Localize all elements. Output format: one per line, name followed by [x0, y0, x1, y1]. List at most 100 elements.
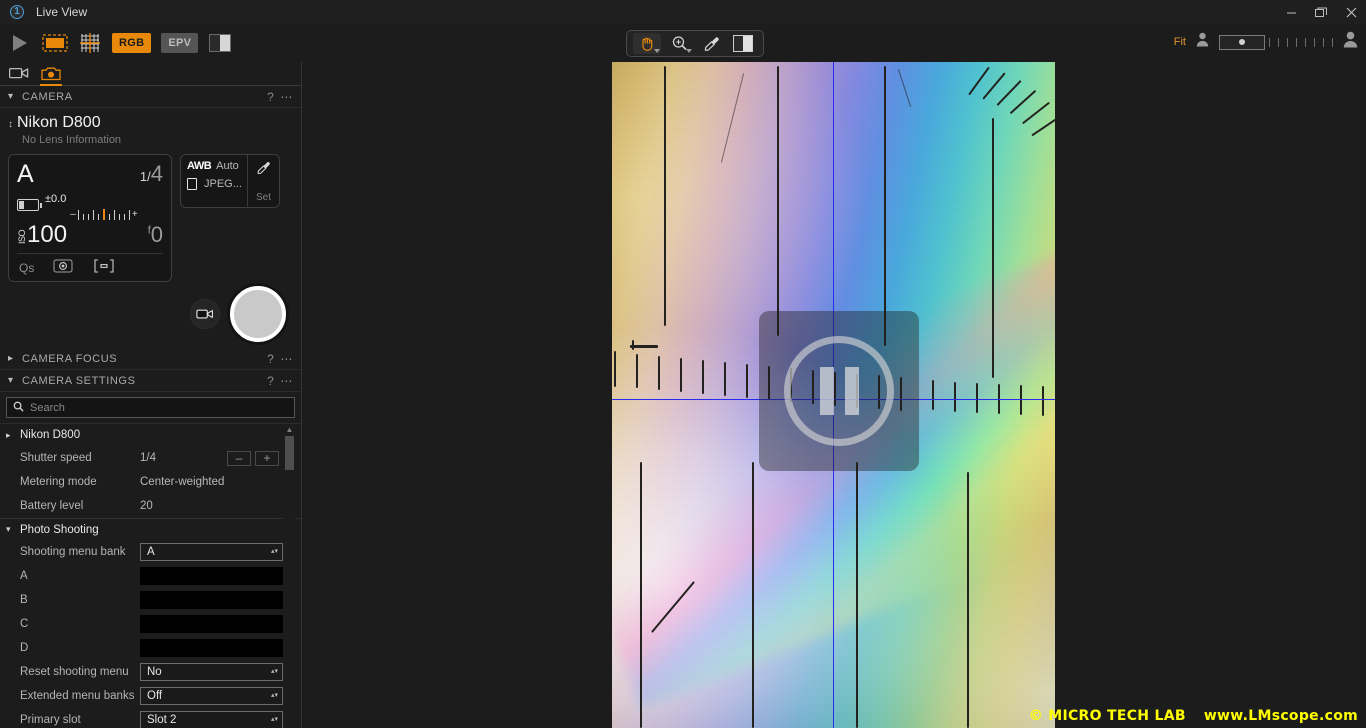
quick-settings-label[interactable]: Qs: [19, 261, 34, 275]
extended-menu-banks-combo[interactable]: Off ▴▾: [140, 687, 283, 705]
camera-more-icon[interactable]: ⋯: [280, 90, 293, 104]
section-camera-settings-header[interactable]: ▾ CAMERA SETTINGS ? ⋯: [0, 370, 301, 392]
scroll-up-arrow-icon[interactable]: ▲: [284, 424, 295, 435]
zoom-tool-caret-icon[interactable]: [686, 49, 692, 53]
row-bank-a[interactable]: A: [0, 564, 301, 588]
camera-selector[interactable]: ↕ Nikon D800: [0, 108, 301, 132]
restore-icon[interactable]: [1306, 0, 1336, 24]
row-bank-b[interactable]: B: [0, 588, 301, 612]
chevron-down-icon[interactable]: ▾: [8, 91, 22, 102]
settings-more-icon[interactable]: ⋯: [280, 374, 293, 388]
bank-b-field[interactable]: [140, 591, 283, 609]
camera-help-icon[interactable]: ?: [267, 90, 274, 104]
settings-group-photo-shooting[interactable]: ▾ Photo Shooting: [0, 518, 301, 540]
focus-more-icon[interactable]: ⋯: [280, 352, 293, 366]
af-area-icon[interactable]: [92, 258, 116, 277]
play-icon[interactable]: [8, 31, 32, 55]
fit-label[interactable]: Fit: [1174, 36, 1186, 48]
wb-set-button[interactable]: Set: [256, 192, 271, 203]
combo-value: Off: [147, 690, 163, 702]
close-icon[interactable]: [1336, 0, 1366, 24]
app-badge-icon: 1: [10, 5, 24, 19]
image-quality-value[interactable]: JPEG...: [204, 178, 242, 190]
chevron-down-icon-photo[interactable]: ▾: [6, 524, 20, 535]
frame-overlay-icon[interactable]: [42, 31, 68, 55]
awb-value[interactable]: Auto: [216, 160, 239, 172]
bank-d-field[interactable]: [140, 639, 283, 657]
spinner-icon[interactable]: ▴▾: [271, 692, 278, 699]
section-camera-header[interactable]: ▾ CAMERA ? ⋯: [0, 86, 301, 108]
metering-icon[interactable]: [52, 258, 74, 277]
row-shooting-menu-bank[interactable]: Shooting menu bank A ▴▾: [0, 540, 301, 564]
row-label: B: [20, 594, 28, 606]
exposure-preview-icon[interactable]: [208, 31, 232, 55]
section-camera-focus-header[interactable]: ▸ CAMERA FOCUS ? ⋯: [0, 348, 301, 370]
row-bank-c[interactable]: C: [0, 612, 301, 636]
row-label: Shutter speed: [20, 452, 92, 464]
small-preview-icon[interactable]: [1196, 32, 1209, 52]
shutter-speed-display[interactable]: 1/4: [140, 161, 163, 187]
chevron-right-icon-device[interactable]: ▸: [6, 430, 20, 441]
minimize-icon[interactable]: [1276, 0, 1306, 24]
tab-video[interactable]: [6, 61, 32, 85]
epv-toggle-button[interactable]: EPV: [161, 33, 199, 53]
exposure-mode-value[interactable]: A: [17, 161, 34, 187]
chevron-right-icon[interactable]: ▸: [8, 353, 22, 364]
camera-updown-icon[interactable]: ↕: [8, 120, 13, 130]
split-view-tool-icon[interactable]: [729, 33, 757, 54]
toolbar-left-group: RGB EPV: [0, 31, 232, 55]
row-primary-slot[interactable]: Primary slot Slot 2 ▴▾: [0, 708, 301, 728]
zoom-tool-icon[interactable]: [665, 33, 693, 54]
reset-shooting-menu-combo[interactable]: No ▴▾: [140, 663, 283, 681]
record-video-icon[interactable]: [190, 299, 220, 329]
bank-a-field[interactable]: [140, 567, 283, 585]
search-box[interactable]: [6, 397, 295, 418]
grid-overlay-icon[interactable]: [78, 31, 102, 55]
shutter-plus-button[interactable]: +: [255, 450, 279, 466]
shutter-minus-button[interactable]: –: [227, 450, 251, 466]
scrollbar-thumb[interactable]: [285, 436, 294, 470]
row-reset-shooting-menu[interactable]: Reset shooting menu No ▴▾: [0, 660, 301, 684]
zoom-slider-thumb[interactable]: [1219, 34, 1265, 50]
row-shutter-speed[interactable]: Shutter speed 1/4 – +: [0, 446, 301, 470]
app-window: 1 Live View RGB EPV Fit ▾ CAMERA ? ⋯ ↕ N…: [0, 0, 1366, 728]
large-preview-icon[interactable]: [1343, 31, 1358, 53]
shooting-menu-bank-combo[interactable]: A ▴▾: [140, 543, 283, 561]
row-extended-menu-banks[interactable]: Extended menu banks Off ▴▾: [0, 684, 301, 708]
spinner-icon[interactable]: ▴▾: [271, 716, 278, 723]
rgb-toggle-button[interactable]: RGB: [112, 33, 152, 53]
chevron-down-icon-settings[interactable]: ▾: [8, 375, 22, 386]
search-icon: [13, 399, 24, 417]
search-input[interactable]: [30, 401, 288, 414]
exposure-compensation-scale: – +: [45, 207, 163, 220]
viewer-tool-group: [626, 30, 764, 57]
hand-tool-icon[interactable]: [633, 33, 661, 54]
hand-tool-caret-icon[interactable]: [654, 49, 660, 53]
row-bank-d[interactable]: D: [0, 636, 301, 660]
lens-info-label: No Lens Information: [22, 134, 122, 146]
bank-c-field[interactable]: [140, 615, 283, 633]
settings-group-device[interactable]: ▸ Nikon D800: [0, 424, 301, 446]
shutter-numerator: 1/: [139, 169, 151, 184]
exposure-compensation-row[interactable]: ±0.0 – +: [17, 189, 163, 220]
eyedropper-tool-icon[interactable]: [697, 33, 725, 54]
eyedropper-icon[interactable]: [256, 160, 271, 180]
aperture-value[interactable]: f0: [148, 222, 163, 248]
image-viewer[interactable]: © MICRO TECH LAB www.LMscope.com: [302, 62, 1366, 728]
row-label: C: [20, 618, 29, 630]
spinner-icon[interactable]: ▴▾: [271, 668, 278, 675]
tab-photo[interactable]: [38, 61, 64, 86]
focus-help-icon[interactable]: ?: [267, 352, 274, 366]
row-metering-mode[interactable]: Metering mode Center-weighted: [0, 470, 301, 494]
battery-icon: [17, 198, 42, 211]
row-battery-level[interactable]: Battery level 20: [0, 494, 301, 518]
iso-value[interactable]: 100: [27, 221, 67, 249]
zoom-slider[interactable]: [1219, 34, 1333, 50]
pause-overlay-icon[interactable]: [759, 311, 919, 471]
primary-slot-combo[interactable]: Slot 2 ▴▾: [140, 711, 283, 728]
spinner-icon[interactable]: ▴▾: [271, 548, 278, 555]
settings-scrollbar[interactable]: ▲ ▼: [284, 424, 295, 728]
settings-help-icon[interactable]: ?: [267, 374, 274, 388]
shutter-release-button[interactable]: [230, 286, 286, 342]
live-view-canvas[interactable]: [612, 62, 1055, 728]
